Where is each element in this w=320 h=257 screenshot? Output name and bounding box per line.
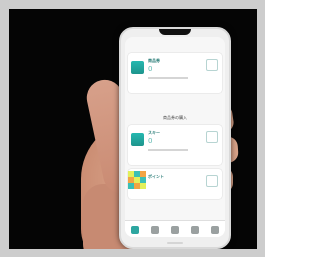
phone-screen: 商品券 0 商品券の購入 スキー 0 ポイント [125, 37, 225, 237]
bottom-tabbar [125, 220, 225, 237]
card-subtext [148, 149, 188, 151]
user-tab[interactable] [191, 226, 199, 234]
purchase-link[interactable]: 商品券の購入 [125, 115, 225, 121]
phone-notch [159, 29, 191, 35]
home-indicator [167, 242, 183, 244]
photo-frame: 商品券 0 商品券の購入 スキー 0 ポイント [0, 0, 265, 257]
voucher-icon [131, 61, 144, 74]
chevron-icon [206, 59, 218, 71]
card-tab[interactable] [171, 226, 179, 234]
chevron-icon [206, 131, 218, 143]
voucher-card[interactable]: 商品券 0 [128, 53, 222, 93]
smartphone: 商品券 0 商品券の購入 スキー 0 ポイント [119, 27, 231, 249]
home-tab[interactable] [131, 226, 139, 234]
card-value: 0 [148, 65, 153, 73]
photo: 商品券 0 商品券の購入 スキー 0 ポイント [9, 9, 257, 249]
menu-tab[interactable] [151, 226, 159, 234]
chevron-icon [206, 175, 218, 187]
settings-tab[interactable] [211, 226, 219, 234]
card-title: ポイント [148, 174, 164, 179]
card-value: 0 [148, 137, 153, 145]
card-subtext [148, 77, 188, 79]
ski-card[interactable]: スキー 0 [128, 125, 222, 165]
points-mosaic-icon [128, 171, 146, 193]
ski-icon [131, 133, 144, 146]
card-title: 商品券 [148, 58, 160, 63]
card-title: スキー [148, 130, 160, 135]
